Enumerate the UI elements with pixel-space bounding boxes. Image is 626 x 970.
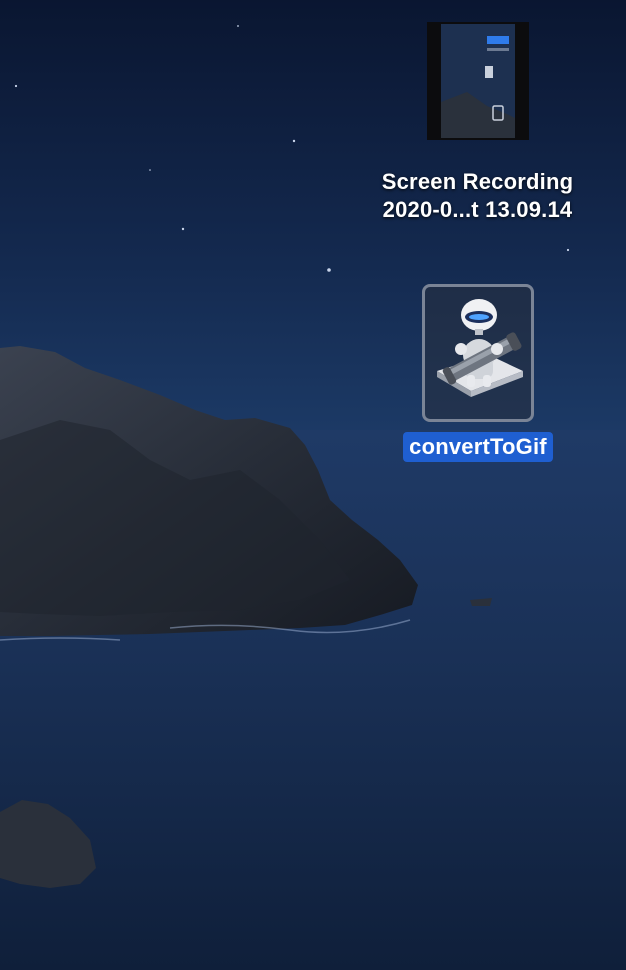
- selection-frame: [422, 284, 534, 422]
- desktop-icon-screen-recording[interactable]: Screen Recording 2020-0...t 13.09.14: [355, 22, 600, 224]
- automator-robot-icon: [437, 299, 523, 397]
- video-thumbnail-icon: [426, 22, 529, 140]
- desktop[interactable]: Screen Recording 2020-0...t 13.09.14 con…: [0, 0, 626, 970]
- file-name-line-2: 2020-0...t 13.09.14: [382, 197, 573, 222]
- file-name-line-1: Screen Recording: [381, 169, 574, 194]
- file-name-label: Screen Recording 2020-0...t 13.09.14: [355, 168, 600, 224]
- desktop-icon-convert-to-gif[interactable]: convertToGif: [385, 284, 571, 462]
- app-name-label: convertToGif: [403, 432, 553, 462]
